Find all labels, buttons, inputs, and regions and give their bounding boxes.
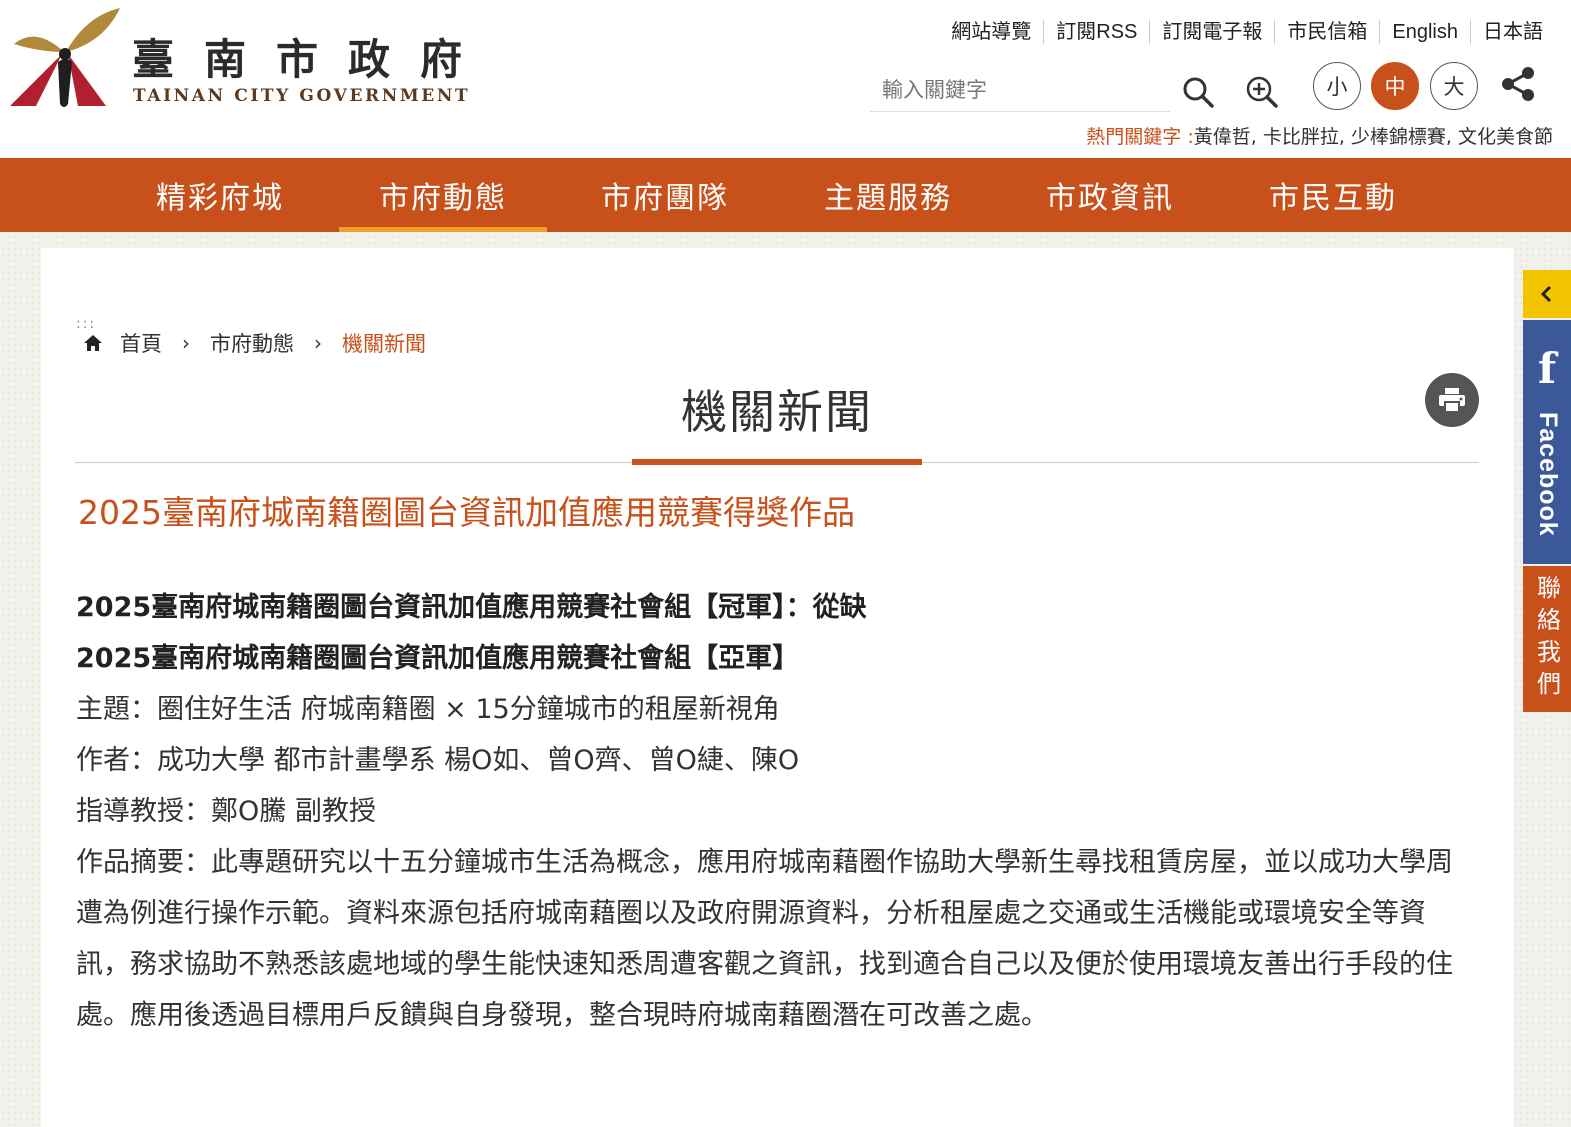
search-box: [870, 70, 1170, 112]
nav-item-news[interactable]: 市府動態: [339, 158, 547, 232]
facebook-tab[interactable]: f Facebook: [1523, 320, 1571, 564]
article-line-champion: 2025臺南府城南籍圈圖台資訊加值應用競賽社會組【冠軍】：從缺: [76, 592, 867, 623]
article-line-abstract: 作品摘要：此專題研究以十五分鐘城市生活為概念，應用府城南藉圈作協助大學新生尋找租…: [76, 847, 1453, 1031]
facebook-label: Facebook: [1534, 412, 1562, 537]
breadcrumb-current[interactable]: 機關新聞: [342, 328, 426, 358]
nav-item-services[interactable]: 主題服務: [784, 158, 992, 232]
nav-item-info[interactable]: 市政資訊: [1006, 158, 1214, 232]
breadcrumb-separator: ›: [314, 331, 322, 355]
printer-icon: [1439, 388, 1465, 413]
search-icon: [1183, 77, 1214, 108]
hot-keywords-label: 熱門關鍵字 :: [1086, 126, 1194, 148]
site-header: 臺南市政府 TAINAN CITY GOVERNMENT 網站導覽 訂閱RSS …: [0, 0, 1571, 158]
top-utility-links: 網站導覽 訂閱RSS 訂閱電子報 市民信箱 English 日本語: [939, 18, 1555, 46]
advanced-search-button[interactable]: [1242, 72, 1282, 112]
article-line-authors: 作者：成功大學 都市計畫學系 楊O如、曾O齊、曾O緁、陳O: [76, 745, 800, 776]
side-panel-toggle[interactable]: [1523, 270, 1571, 318]
article-body: 2025臺南府城南籍圈圖台資訊加值應用競賽社會組【冠軍】：從缺 2025臺南府城…: [76, 582, 1471, 1041]
font-size-small-button[interactable]: 小: [1313, 62, 1361, 110]
breadcrumb-home[interactable]: 首頁: [120, 328, 162, 358]
logo-title-en: TAINAN CITY GOVERNMENT: [133, 86, 471, 106]
nav-item-highlights[interactable]: 精彩府城: [116, 158, 324, 232]
article-line-theme: 主題：圈住好生活 府城南籍圈 × 15分鐘城市的租屋新視角: [76, 694, 780, 725]
search-input[interactable]: [870, 70, 1160, 110]
mailbox-link[interactable]: 市民信箱: [1274, 20, 1379, 44]
site-logo[interactable]: 臺南市政府 TAINAN CITY GOVERNMENT: [6, 6, 486, 116]
chevron-left-icon: [1540, 285, 1552, 303]
rss-link[interactable]: 訂閱RSS: [1043, 20, 1149, 44]
page-title: 機關新聞: [681, 385, 873, 439]
hot-keywords-list[interactable]: 黃偉哲, 卡比胖拉, 少棒錦標賽, 文化美食節: [1194, 126, 1553, 148]
font-size-medium-button[interactable]: 中: [1371, 62, 1419, 110]
logo-title-zh: 臺南市政府: [132, 35, 493, 84]
article-title: 2025臺南府城南籍圈圖台資訊加值應用競賽得獎作品: [78, 493, 855, 532]
accesskey-marker: :::: [76, 316, 97, 332]
newsletter-link[interactable]: 訂閱電子報: [1149, 20, 1274, 44]
contact-us-label: 聯絡我們: [1532, 575, 1561, 703]
zoom-in-icon: [1246, 76, 1278, 108]
nav-item-interaction[interactable]: 市民互動: [1229, 158, 1437, 232]
breadcrumb-separator: ›: [182, 331, 190, 355]
share-button[interactable]: [1496, 62, 1540, 106]
article-line-runner-up: 2025臺南府城南籍圈圖台資訊加值應用競賽社會組【亞軍】: [76, 643, 800, 674]
breadcrumb: 首頁 › 市府動態 › 機關新聞: [82, 328, 426, 358]
home-icon[interactable]: [82, 332, 104, 354]
hot-keywords: 熱門關鍵字 :黃偉哲, 卡比胖拉, 少棒錦標賽, 文化美食節: [1086, 122, 1553, 149]
article-line-advisor: 指導教授：鄭O騰 副教授: [76, 796, 376, 827]
contact-us-tab[interactable]: 聯絡我們: [1523, 566, 1571, 712]
font-size-large-button[interactable]: 大: [1430, 62, 1478, 110]
breadcrumb-news[interactable]: 市府動態: [210, 328, 294, 358]
facebook-icon: f: [1537, 344, 1557, 393]
japanese-link[interactable]: 日本語: [1470, 20, 1555, 44]
share-icon: [1502, 67, 1534, 101]
search-button[interactable]: [1178, 72, 1218, 112]
main-nav: 精彩府城 市府動態 市府團隊 主題服務 市政資訊 市民互動: [0, 158, 1571, 232]
english-link[interactable]: English: [1379, 20, 1470, 44]
nav-item-team[interactable]: 市府團隊: [561, 158, 769, 232]
title-accent-bar: [632, 459, 922, 465]
sitemap-link[interactable]: 網站導覽: [939, 20, 1043, 44]
city-emblem-icon: [10, 8, 120, 107]
print-button[interactable]: [1425, 373, 1479, 427]
